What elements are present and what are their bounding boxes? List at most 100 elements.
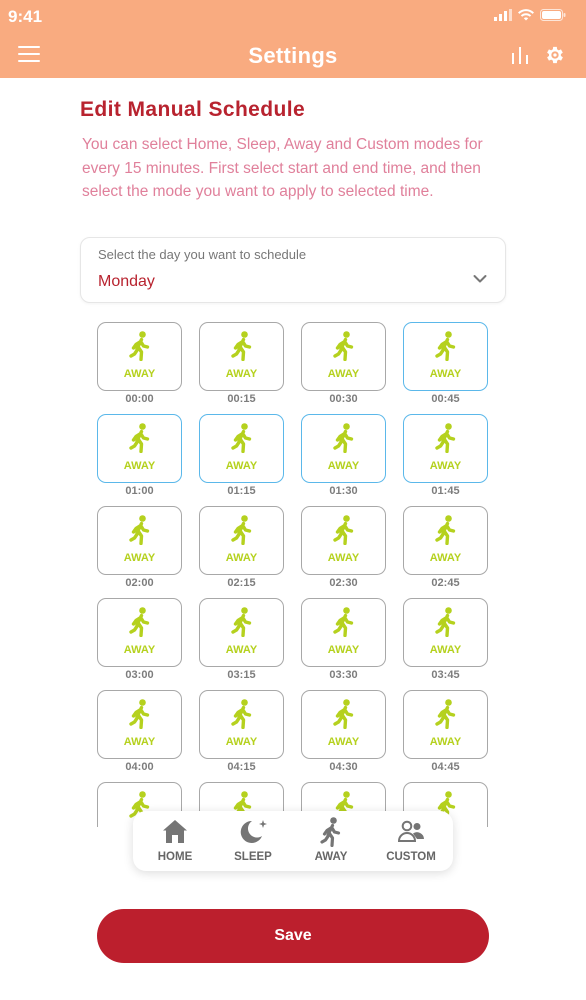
gear-icon[interactable] [544,44,566,66]
schedule-grid: AWAY 00:00 AWAY 00:15 AWAY 00:30 AWAY 00… [97,322,489,827]
slot-button[interactable]: AWAY [403,414,488,483]
mode-custom[interactable]: CUSTOM [373,811,449,871]
slot-button[interactable]: AWAY [301,690,386,759]
slot-mode-label: AWAY [327,736,360,748]
mode-home[interactable]: HOME [137,811,213,871]
walking-person-icon [333,515,354,545]
mode-away[interactable]: AWAY [293,811,369,871]
slot-button[interactable]: AWAY [403,598,488,667]
day-select[interactable]: Select the day you want to schedule Mond… [80,237,506,303]
walking-person-icon [435,423,456,453]
time-slot: AWAY 00:45 [403,322,488,408]
battery-icon [540,9,566,21]
status-icons [494,9,566,21]
slot-time-label: 01:15 [227,485,256,497]
mode-label: SLEEP [234,851,272,863]
slot-time-label: 03:15 [227,669,256,681]
slot-button[interactable]: AWAY [403,690,488,759]
slot-time-label: 02:00 [125,577,154,589]
walking-person-icon [435,607,456,637]
walking-person-icon [333,423,354,453]
time-slot: AWAY 02:30 [301,506,386,592]
mode-label: AWAY [314,851,348,863]
walking-person-icon [129,607,150,637]
walking-person-icon [333,331,354,361]
header-actions [510,44,566,66]
chevron-down-icon [473,275,487,283]
signal-icon [494,9,512,21]
slot-time-label: 04:30 [329,761,358,773]
slot-mode-label: AWAY [123,368,156,380]
slot-button[interactable]: AWAY [199,322,284,391]
slot-button[interactable]: AWAY [97,506,182,575]
mode-sleep[interactable]: SLEEP [215,811,291,871]
slot-mode-label: AWAY [225,368,258,380]
time-slot: AWAY 02:15 [199,506,284,592]
page-description: You can select Home, Sleep, Away and Cus… [82,136,483,200]
mode-label: CUSTOM [386,851,436,863]
day-select-label: Select the day you want to schedule [98,247,307,262]
slot-button[interactable]: AWAY [403,322,488,391]
slot-button[interactable]: AWAY [97,414,182,483]
slot-mode-label: AWAY [123,460,156,472]
slot-mode-label: AWAY [429,552,462,564]
mode-selector: HOME SLEEP AWAY CUSTOM [133,811,453,871]
time-slot: AWAY 04:00 [97,690,182,776]
walking-person-icon [231,607,252,637]
time-slot: AWAY 01:15 [199,414,284,500]
slot-time-label: 03:00 [125,669,154,681]
time-slot: AWAY 02:00 [97,506,182,592]
wifi-icon [518,9,534,21]
save-button[interactable]: Save [97,909,489,963]
slot-button[interactable]: AWAY [199,598,284,667]
time-slot: AWAY 03:30 [301,598,386,684]
slot-mode-label: AWAY [429,368,462,380]
slot-button[interactable]: AWAY [97,690,182,759]
day-select-value: Monday [98,273,155,290]
slot-time-label: 02:45 [431,577,460,589]
slot-time-label: 04:00 [125,761,154,773]
moon-icon [240,820,267,843]
slot-button[interactable]: AWAY [199,414,284,483]
time-slot: AWAY 04:30 [301,690,386,776]
app-header: 9:41 Settings [0,0,586,78]
slot-button[interactable]: AWAY [301,598,386,667]
slot-button[interactable]: AWAY [97,598,182,667]
slot-time-label: 04:15 [227,761,256,773]
time-slot: AWAY 00:15 [199,322,284,408]
slot-mode-label: AWAY [327,460,360,472]
walking-person-icon [129,699,150,729]
time-slot: AWAY 01:30 [301,414,386,500]
time-slot: AWAY 01:45 [403,414,488,500]
slot-button[interactable]: AWAY [301,506,386,575]
home-icon [163,820,187,843]
walking-person-icon [435,331,456,361]
slot-mode-label: AWAY [225,736,258,748]
slot-time-label: 04:45 [431,761,460,773]
mode-label: HOME [157,851,193,863]
slot-mode-label: AWAY [225,552,258,564]
walking-person-icon [333,699,354,729]
slot-mode-label: AWAY [225,460,258,472]
time-slot: AWAY 03:45 [403,598,488,684]
slot-mode-label: AWAY [327,644,360,656]
slot-button[interactable]: AWAY [403,506,488,575]
slot-mode-label: AWAY [429,460,462,472]
walking-person-icon [231,699,252,729]
header-title: Settings [248,43,338,68]
equalizer-icon[interactable] [510,45,530,65]
slot-time-label: 01:00 [125,485,154,497]
walking-person-icon [231,423,252,453]
slot-button[interactable]: AWAY [199,506,284,575]
slot-button[interactable]: AWAY [301,322,386,391]
time-slot: AWAY 03:15 [199,598,284,684]
walking-person-icon [231,515,252,545]
slot-time-label: 02:30 [329,577,358,589]
time-slot: AWAY 00:00 [97,322,182,408]
slot-mode-label: AWAY [429,736,462,748]
users-icon [397,820,424,842]
time-slot: AWAY 04:45 [403,690,488,776]
slot-button[interactable]: AWAY [199,690,284,759]
slot-button[interactable]: AWAY [301,414,386,483]
slot-button[interactable]: AWAY [97,322,182,391]
